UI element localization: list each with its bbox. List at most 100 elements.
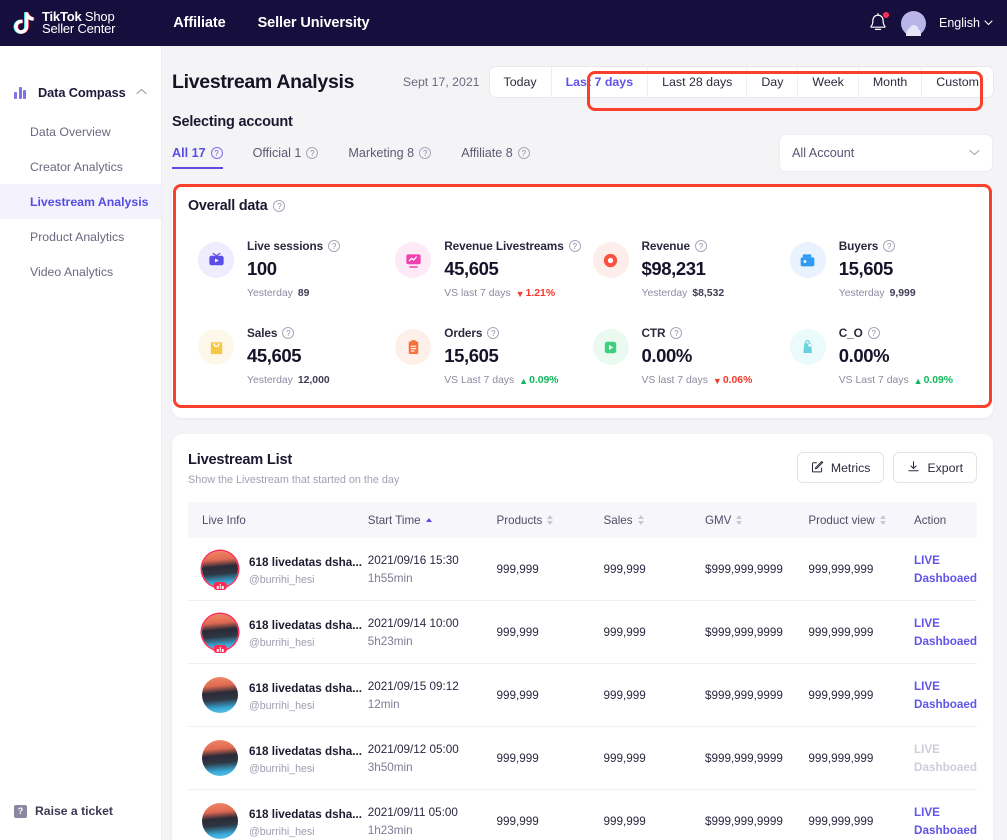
tab-official[interactable]: Official 1 ? <box>253 146 319 169</box>
column-label: GMV <box>705 514 731 527</box>
help-circle-icon[interactable]: ? <box>518 147 530 159</box>
livestream-thumbnail-avatar[interactable] <box>202 803 238 839</box>
nav-link-seller-university[interactable]: Seller University <box>258 15 370 31</box>
tab-marketing[interactable]: Marketing 8 ? <box>348 146 431 169</box>
help-circle-icon[interactable]: ? <box>306 147 318 159</box>
live-dashboard-link[interactable]: LIVE Dashboaed <box>914 617 977 648</box>
livestream-thumbnail-avatar[interactable] <box>202 614 238 650</box>
tiktok-shop-seller-center-logo[interactable]: TikTok Shop Seller Center <box>10 9 115 37</box>
table-row[interactable]: 618 livedatas dsha... @burrihi_hesi 2021… <box>188 664 977 727</box>
current-date-label: Sept 17, 2021 <box>403 75 480 89</box>
tab-label: All 17 <box>172 146 206 160</box>
duration-value: 3h50min <box>368 761 497 774</box>
help-circle-icon[interactable]: ? <box>883 240 895 252</box>
sidebar: Data Compass Data Overview Creator Analy… <box>0 46 162 840</box>
help-circle-icon[interactable]: ? <box>282 327 294 339</box>
help-circle-icon[interactable]: ? <box>487 327 499 339</box>
column-label: Sales <box>604 514 633 527</box>
tab-all[interactable]: All 17 ? <box>172 146 223 169</box>
tab-affiliate[interactable]: Affiliate 8 ? <box>461 146 530 169</box>
livestream-thumbnail-avatar[interactable] <box>202 677 238 713</box>
metrics-button[interactable]: Metrics <box>797 452 885 483</box>
column-header-start-time[interactable]: Start Time <box>368 502 497 538</box>
cell-product-view: 999,999,999 <box>808 601 914 664</box>
range-button-last-28-days[interactable]: Last 28 days <box>648 67 747 97</box>
language-selector[interactable]: English <box>939 16 993 30</box>
sort-icon-sales[interactable] <box>638 515 644 525</box>
sidebar-item-video-analytics[interactable]: Video Analytics <box>0 254 161 289</box>
metric-revenue: Revenue? $98,231 Yesterday $8,532 <box>583 228 780 315</box>
start-time-value: 2021/09/14 10:00 <box>368 617 497 630</box>
metric-buyers: Buyers? 15,605 Yesterday 9,999 <box>780 228 977 315</box>
account-select-dropdown[interactable]: All Account <box>779 134 993 172</box>
livestream-table: Live Info Start Time Products <box>188 502 977 840</box>
sidebar-item-product-analytics[interactable]: Product Analytics <box>0 219 161 254</box>
help-circle-icon[interactable]: ? <box>569 240 581 252</box>
sort-icon-start-time[interactable] <box>426 518 432 522</box>
livestream-list-section: Livestream List Show the Livestream that… <box>162 418 1007 840</box>
metric-revenue-livestreams: Revenue Livestreams? 45,605 VS last 7 da… <box>385 228 582 315</box>
column-header-products[interactable]: Products <box>497 502 604 538</box>
range-button-custom[interactable]: Custom <box>922 67 993 97</box>
metric-sub-prefix: Yesterday <box>642 288 688 299</box>
date-range-controls: Sept 17, 2021 Today Last 7 days Last 28 … <box>403 67 993 97</box>
creator-handle: @burrihi_hesi <box>249 826 362 838</box>
table-row[interactable]: 618 livedatas dsha... @burrihi_hesi 2021… <box>188 538 977 601</box>
sort-icon-gmv[interactable] <box>736 515 742 525</box>
sidebar-item-livestream-analysis[interactable]: Livestream Analysis <box>0 184 161 219</box>
help-circle-icon[interactable]: ? <box>419 147 431 159</box>
sort-icon-product-view[interactable] <box>880 515 886 525</box>
help-circle-icon[interactable]: ? <box>328 240 340 252</box>
bell-icon[interactable] <box>868 12 888 34</box>
chevron-up-icon[interactable] <box>136 86 147 98</box>
sort-icon-products[interactable] <box>547 515 553 525</box>
main-content: Livestream Analysis Sept 17, 2021 Today … <box>162 46 1007 840</box>
help-circle-icon[interactable]: ? <box>695 240 707 252</box>
metric-label: Buyers <box>839 239 878 253</box>
livestream-thumbnail-avatar[interactable] <box>202 740 238 776</box>
column-header-action: Action <box>914 502 977 538</box>
metric-label: Revenue Livestreams <box>444 239 563 253</box>
livestream-thumbnail-avatar[interactable] <box>202 551 238 587</box>
range-button-day[interactable]: Day <box>747 67 798 97</box>
column-header-product-view[interactable]: Product view <box>808 502 914 538</box>
tab-label: Affiliate 8 <box>461 146 513 160</box>
cell-live-info: 618 livedatas dsha... @burrihi_hesi <box>188 601 368 664</box>
table-body: 618 livedatas dsha... @burrihi_hesi 2021… <box>188 538 977 840</box>
metric-subtext: Yesterday $8,532 <box>642 288 725 299</box>
table-row[interactable]: 618 livedatas dsha... @burrihi_hesi 2021… <box>188 790 977 840</box>
shopping-bag-icon <box>198 329 234 365</box>
arrow-down-icon: ▼ <box>516 289 525 299</box>
help-circle-icon[interactable]: ? <box>670 327 682 339</box>
range-button-month[interactable]: Month <box>859 67 922 97</box>
sidebar-section-data-compass[interactable]: Data Compass <box>0 70 161 114</box>
column-header-sales[interactable]: Sales <box>604 502 705 538</box>
help-circle-icon[interactable]: ? <box>868 327 880 339</box>
metric-label: Revenue <box>642 239 690 253</box>
help-circle-icon[interactable]: ? <box>273 200 285 212</box>
sidebar-section-label: Data Compass <box>38 85 126 100</box>
range-button-last-7-days[interactable]: Last 7 days <box>552 67 649 97</box>
nav-link-affiliate[interactable]: Affiliate <box>173 15 225 31</box>
table-row[interactable]: 618 livedatas dsha... @burrihi_hesi 2021… <box>188 727 977 790</box>
column-header-gmv[interactable]: GMV <box>705 502 808 538</box>
table-row[interactable]: 618 livedatas dsha... @burrihi_hesi 2021… <box>188 601 977 664</box>
export-button[interactable]: Export <box>893 452 977 483</box>
raise-a-ticket-button[interactable]: ? Raise a ticket <box>14 804 113 818</box>
metric-sub-value: $8,532 <box>692 288 724 299</box>
sidebar-item-label: Data Overview <box>30 125 111 139</box>
start-time-value: 2021/09/11 05:00 <box>368 806 497 819</box>
sidebar-item-data-overview[interactable]: Data Overview <box>0 114 161 149</box>
chevron-down-icon <box>969 147 980 159</box>
live-dashboard-link[interactable]: LIVE Dashboaed <box>914 680 977 711</box>
range-button-today[interactable]: Today <box>490 67 552 97</box>
user-avatar-icon[interactable] <box>901 11 926 36</box>
metric-live-sessions: Live sessions? 100 Yesterday 89 <box>188 228 385 315</box>
livestream-name: 618 livedatas dsha... <box>249 619 362 632</box>
range-button-week[interactable]: Week <box>798 67 858 97</box>
help-circle-icon[interactable]: ? <box>211 147 223 159</box>
live-dashboard-link[interactable]: LIVE Dashboaed <box>914 806 977 837</box>
livestream-name: 618 livedatas dsha... <box>249 745 362 758</box>
live-dashboard-link[interactable]: LIVE Dashboaed <box>914 554 977 585</box>
sidebar-item-creator-analytics[interactable]: Creator Analytics <box>0 149 161 184</box>
